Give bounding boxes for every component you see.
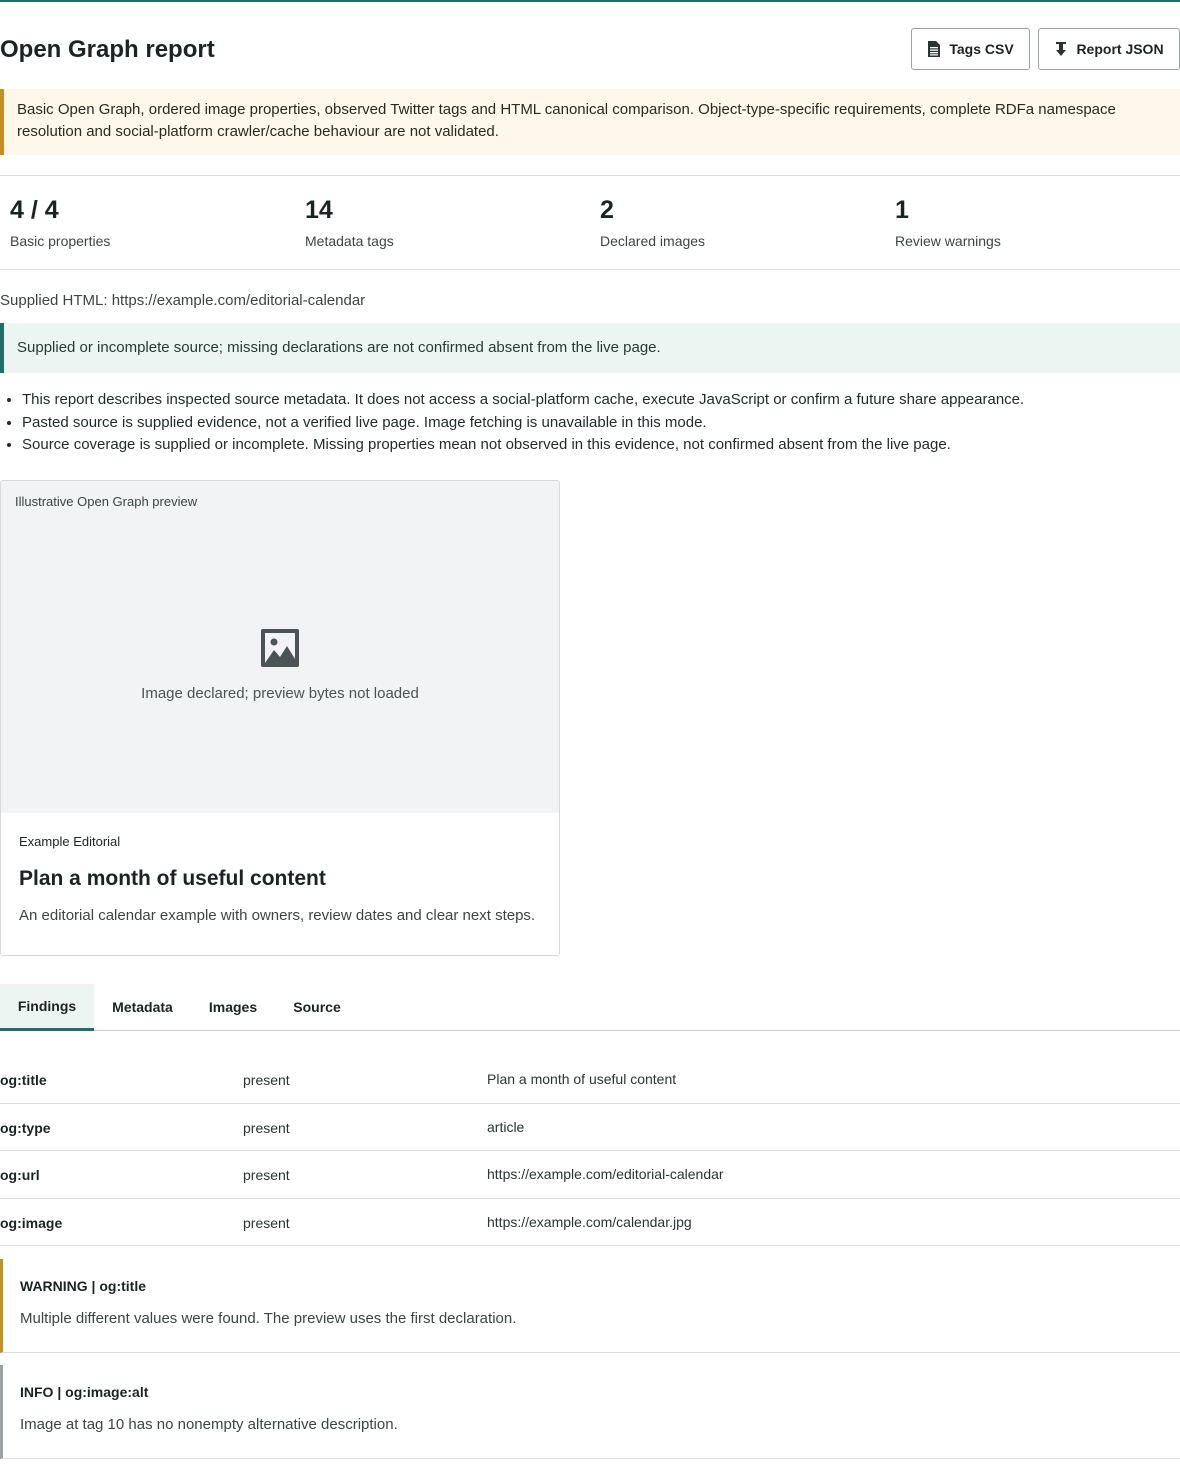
finding-status: present: [243, 1167, 290, 1183]
note-item: This report describes inspected source m…: [22, 389, 1172, 412]
finding-property: og:image: [0, 1214, 63, 1231]
table-row: og:type present article: [0, 1104, 1180, 1151]
finding-value: article: [487, 1118, 525, 1135]
stat-basic-properties: 4 / 4 Basic properties: [10, 196, 110, 249]
page-header: Open Graph report Tags CSV Report JSON: [0, 28, 1180, 72]
finding-status: present: [243, 1072, 290, 1088]
table-row: og:title present Plan a month of useful …: [0, 1056, 1180, 1104]
report-json-button[interactable]: Report JSON: [1038, 28, 1180, 70]
finding-value: https://example.com/editorial-calendar: [487, 1166, 724, 1182]
stat-label: Metadata tags: [305, 233, 394, 249]
supplied-html-source: Supplied HTML: https://example.com/edito…: [0, 292, 366, 309]
stat-label: Declared images: [600, 233, 706, 249]
stat-value: 1: [895, 196, 909, 224]
tab-images[interactable]: Images: [191, 984, 275, 1030]
finding-property: og:title: [0, 1072, 47, 1088]
finding-property: og:url: [0, 1167, 40, 1183]
scope-note: Basic Open Graph, ordered image properti…: [0, 89, 1180, 155]
stats-bar: 4 / 4 Basic properties 14 Metadata tags …: [0, 175, 1180, 270]
issue-heading: WARNING | og:title: [20, 1278, 147, 1294]
preview-description: An editorial calendar example with owner…: [19, 907, 536, 924]
download-icon: [1056, 42, 1067, 56]
top-accent-line: [0, 0, 1180, 2]
open-graph-preview-card: Illustrative Open Graph preview Image de…: [0, 480, 560, 956]
image-icon: [261, 629, 299, 667]
report-notes: This report describes inspected source m…: [22, 389, 1172, 457]
table-row: og:url present https://example.com/edito…: [0, 1151, 1180, 1199]
tab-metadata[interactable]: Metadata: [94, 984, 191, 1030]
tab-source[interactable]: Source: [275, 984, 359, 1030]
preview-site-name: Example Editorial: [19, 834, 121, 849]
issue-heading: INFO | og:image:alt: [20, 1384, 149, 1400]
finding-value: https://example.com/calendar.jpg: [487, 1213, 692, 1230]
stat-review-warnings: 1 Review warnings: [895, 196, 1001, 249]
finding-status: present: [243, 1214, 290, 1231]
document-icon: [928, 41, 941, 57]
preview-caption: Illustrative Open Graph preview: [15, 494, 198, 509]
report-json-label: Report JSON: [1076, 41, 1164, 57]
preview-placeholder-text: Image declared; preview bytes not loaded: [141, 685, 419, 702]
stat-value: 2: [600, 196, 614, 224]
info-issue: INFO | og:image:alt Image at tag 10 has …: [0, 1365, 1180, 1459]
table-row: og:image present https://example.com/cal…: [0, 1199, 1180, 1246]
findings-table: og:title present Plan a month of useful …: [0, 1056, 1180, 1246]
stat-label: Review warnings: [895, 233, 1001, 249]
stat-label: Basic properties: [10, 233, 111, 249]
finding-status: present: [243, 1119, 290, 1136]
finding-property: og:type: [0, 1119, 51, 1136]
issue-message: Image at tag 10 has no nonempty alternat…: [20, 1416, 398, 1433]
page-title: Open Graph report: [0, 36, 215, 63]
stat-value: 14: [305, 196, 333, 224]
stat-metadata-tags: 14 Metadata tags: [305, 196, 394, 249]
preview-title: Plan a month of useful content: [19, 867, 326, 890]
warning-issue: WARNING | og:title Multiple different va…: [0, 1259, 1180, 1353]
report-tabs: Findings Metadata Images Source: [0, 984, 1180, 1031]
preview-image-area: Illustrative Open Graph preview Image de…: [1, 481, 559, 813]
issue-message: Multiple different values were found. Th…: [20, 1310, 517, 1327]
tab-findings[interactable]: Findings: [0, 984, 94, 1031]
finding-value: Plan a month of useful content: [487, 1071, 677, 1087]
tags-csv-label: Tags CSV: [949, 41, 1014, 57]
stat-value: 4 / 4: [10, 196, 59, 224]
tags-csv-button[interactable]: Tags CSV: [911, 28, 1030, 70]
stat-declared-images: 2 Declared images: [600, 196, 705, 249]
coverage-note: Supplied or incomplete source; missing d…: [0, 323, 1180, 373]
note-item: Source coverage is supplied or incomplet…: [22, 434, 1172, 457]
note-item: Pasted source is supplied evidence, not …: [22, 412, 1172, 435]
